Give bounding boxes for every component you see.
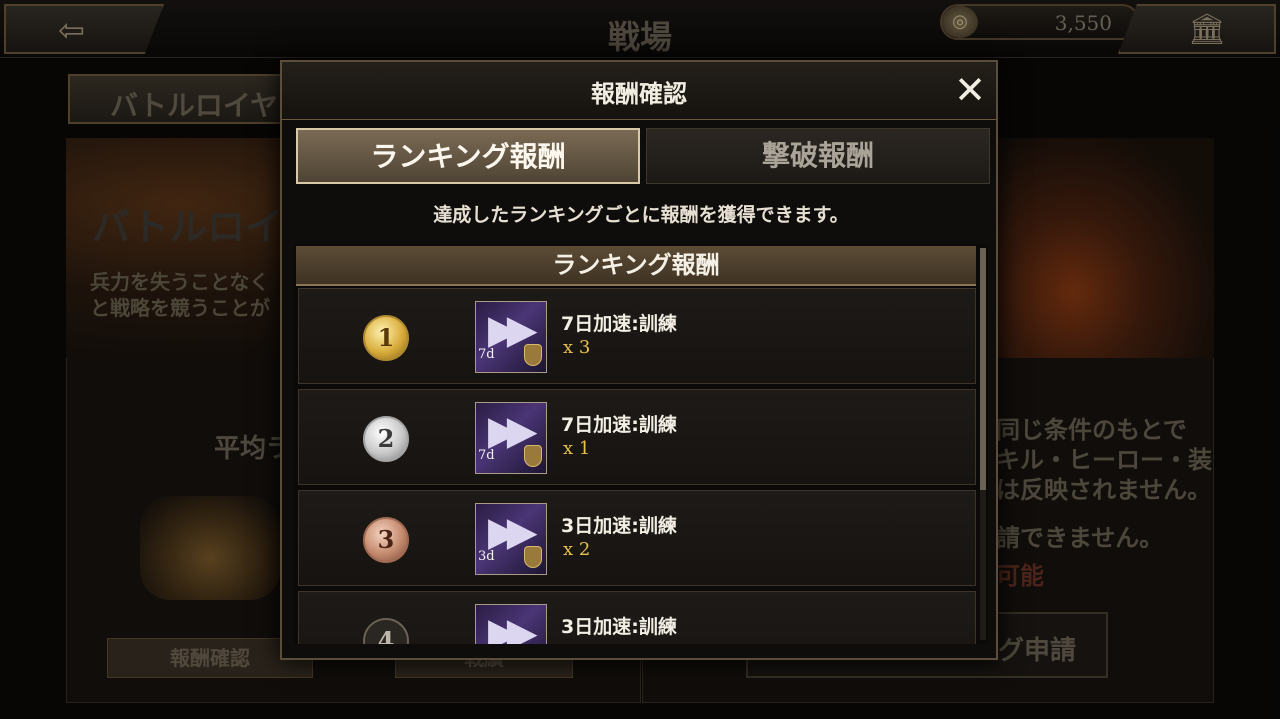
dialog-header: 報酬確認 ✕	[282, 62, 996, 120]
item-name: 3日加速:訓練	[561, 515, 677, 537]
speedup-arrow-icon: ▶▶	[488, 307, 537, 353]
reward-row: 1 ▶▶ 7d 7日加速:訓練 x 3	[298, 288, 976, 384]
item-duration: 7d	[478, 347, 495, 362]
rank-medal-icon: 4	[363, 618, 409, 644]
training-speedup-icon[interactable]: ▶▶ 3d	[475, 503, 547, 575]
tab-defeat-rewards[interactable]: 撃破報酬	[646, 128, 990, 184]
item-duration: 3d	[478, 549, 495, 564]
rank-medal-icon: 3	[363, 517, 409, 563]
reward-list[interactable]: ランキング報酬 1 ▶▶ 7d 7日加速:訓練 x 3 2 ▶▶ 7d 7日加速…	[294, 244, 988, 644]
training-speedup-icon[interactable]: ▶▶	[475, 604, 547, 644]
reward-row: 4 ▶▶ 3日加速:訓練	[298, 591, 976, 644]
item-quantity: x 2	[563, 539, 591, 560]
item-name: 7日加速:訓練	[561, 414, 677, 436]
dialog-description: 達成したランキングごとに報酬を獲得できます。	[433, 204, 849, 226]
item-quantity: x 3	[563, 337, 591, 358]
reward-row: 3 ▶▶ 3d 3日加速:訓練 x 2	[298, 490, 976, 586]
tab-ranking-rewards[interactable]: ランキング報酬	[296, 128, 640, 184]
scroll-thumb[interactable]	[980, 248, 986, 490]
item-duration: 7d	[478, 448, 495, 463]
close-icon[interactable]: ✕	[950, 70, 990, 110]
rank-medal-icon: 2	[363, 416, 409, 462]
training-speedup-icon[interactable]: ▶▶ 7d	[475, 402, 547, 474]
speedup-arrow-icon: ▶▶	[488, 610, 537, 644]
dialog-title: 報酬確認	[591, 80, 687, 108]
reward-list-header: ランキング報酬	[296, 246, 976, 286]
shield-icon	[524, 445, 542, 467]
training-speedup-icon[interactable]: ▶▶ 7d	[475, 301, 547, 373]
rank-medal-icon: 1	[363, 315, 409, 361]
reward-row: 2 ▶▶ 7d 7日加速:訓練 x 1	[298, 389, 976, 485]
reward-dialog: 報酬確認 ✕ ランキング報酬 撃破報酬 達成したランキングごとに報酬を獲得できま…	[280, 60, 998, 660]
item-name: 7日加速:訓練	[561, 313, 677, 335]
speedup-arrow-icon: ▶▶	[488, 509, 537, 555]
item-quantity: x 1	[563, 438, 591, 459]
item-name: 3日加速:訓練	[561, 616, 677, 638]
shield-icon	[524, 546, 542, 568]
shield-icon	[524, 344, 542, 366]
speedup-arrow-icon: ▶▶	[488, 408, 537, 454]
reward-list-scrollbar[interactable]	[980, 248, 986, 640]
